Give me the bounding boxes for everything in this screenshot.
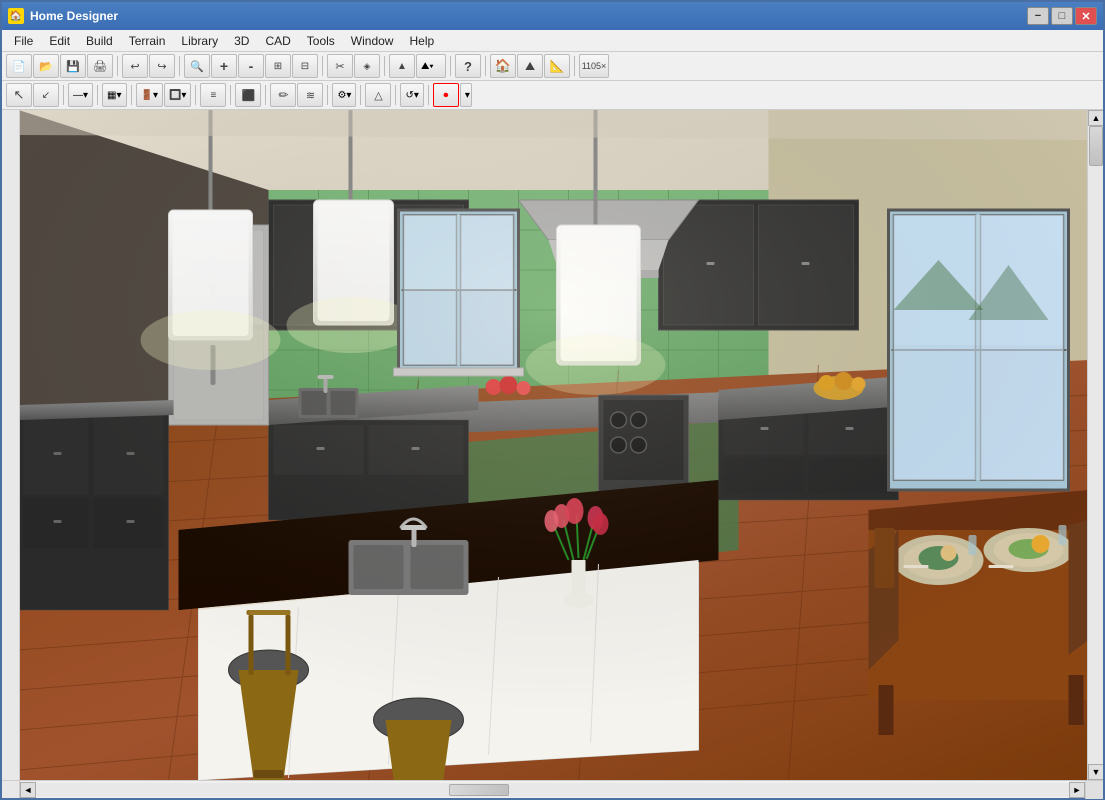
sep-6 [485,56,486,76]
wall-dropdown[interactable]: —▾ [68,83,93,107]
main-window: 🏠 Home Designer − □ ✕ File Edit Build Te… [0,0,1105,800]
stair-button[interactable]: ≡ [200,83,226,107]
plan-view-button[interactable]: 📐 [544,54,570,78]
polyline-tool[interactable]: ↙ [33,83,59,107]
menu-edit[interactable]: Edit [41,30,78,51]
menu-3d[interactable]: 3D [226,30,257,51]
scroll-up-button[interactable]: ▲ [1088,110,1103,126]
kitchen-scene-svg [20,110,1087,780]
horizontal-scrollbar[interactable]: ◄ ► [20,781,1085,798]
scrollbar-corner [1085,781,1103,799]
menu-bar: File Edit Build Terrain Library 3D CAD T… [2,30,1103,52]
menu-terrain[interactable]: Terrain [121,30,174,51]
undo-button[interactable]: ↩ [122,54,148,78]
transform-dropdown[interactable]: ↺▾ [400,83,423,107]
menu-tools[interactable]: Tools [299,30,343,51]
help-button[interactable]: ? [455,54,481,78]
left-ruler [2,110,20,780]
sep2-3 [131,85,132,105]
ref-button[interactable]: ◈ [354,54,380,78]
canvas-area: ▲ ▼ [2,110,1103,780]
save-button[interactable]: 💾 [60,54,86,78]
print-button[interactable]: 🖨 [87,54,113,78]
sep2-8 [360,85,361,105]
sep-5 [450,56,451,76]
cut-button[interactable]: ✂ [327,54,353,78]
sep2-10 [428,85,429,105]
sep-3 [322,56,323,76]
minimize-button[interactable]: − [1027,7,1049,25]
settings-dropdown[interactable]: ⚙▾ [332,83,356,107]
room-dropdown[interactable]: ▦▾ [102,83,126,107]
select-tool[interactable]: ↖ [6,83,32,107]
menu-window[interactable]: Window [343,30,402,51]
window-dropdown[interactable]: 🔲▾ [164,83,191,107]
menu-file[interactable]: File [6,30,41,51]
new-button[interactable]: 📄 [6,54,32,78]
house-view-button[interactable]: 🏠 [490,54,516,78]
close-button[interactable]: ✕ [1075,7,1097,25]
3d-scene[interactable] [20,110,1087,780]
vertical-scrollbar[interactable]: ▲ ▼ [1087,110,1103,780]
sep-4 [384,56,385,76]
sep-1 [117,56,118,76]
max-restore-btn[interactable]: 1105× [579,54,609,78]
scroll-right-button[interactable]: ► [1069,782,1085,798]
scroll-track-vertical[interactable] [1088,126,1103,764]
sep2-6 [265,85,266,105]
open-button[interactable]: 📂 [33,54,59,78]
redo-button[interactable]: ↪ [149,54,175,78]
door-dropdown[interactable]: 🚪▾ [136,83,163,107]
record-button[interactable]: ⏺ [433,83,459,107]
sep2-4 [195,85,196,105]
material-button[interactable]: ≋ [297,83,323,107]
zoom-out-button[interactable]: - [238,54,264,78]
corner-bottom-left [2,781,20,798]
zoom-all-button[interactable]: ⊟ [292,54,318,78]
draw-button[interactable]: ✏ [270,83,296,107]
window-title: Home Designer [30,9,1027,23]
sep2-7 [327,85,328,105]
sep2-1 [63,85,64,105]
app-icon: 🏠 [8,8,24,24]
sep2-5 [230,85,231,105]
menu-library[interactable]: Library [173,30,226,51]
scroll-thumb-vertical[interactable] [1089,126,1103,166]
move-tool[interactable]: △ [365,83,391,107]
toolbar-1: 📄 📂 💾 🖨 ↩ ↪ 🔍 + - ⊞ ⊟ ✂ ◈ ▲ ⛰▾ ? 🏠 ⛰ 📐 1… [2,52,1103,81]
sep2-2 [97,85,98,105]
zoom-fit-button[interactable]: ⊞ [265,54,291,78]
bottom-bar: ◄ ► [2,780,1103,798]
menu-cad[interactable]: CAD [257,30,298,51]
toolbar-2: ↖ ↙ —▾ ▦▾ 🚪▾ 🔲▾ ≡ ⬛ ✏ ≋ ⚙▾ △ ↺▾ ⏺ ▾ [2,81,1103,110]
sep-7 [574,56,575,76]
scroll-track-horizontal[interactable] [36,783,1069,797]
menu-build[interactable]: Build [78,30,121,51]
record-dropdown[interactable]: ▾ [460,83,472,107]
main-viewport[interactable] [20,110,1087,780]
object-button[interactable]: ⬛ [235,83,261,107]
title-bar: 🏠 Home Designer − □ ✕ [2,2,1103,30]
menu-help[interactable]: Help [401,30,442,51]
elevation-dropdown[interactable]: ⛰▾ [416,54,446,78]
scroll-down-button[interactable]: ▼ [1088,764,1103,780]
window-controls: − □ ✕ [1027,7,1097,25]
arrow-btn[interactable]: ▲ [389,54,415,78]
sep2-9 [395,85,396,105]
find-button[interactable]: 🔍 [184,54,210,78]
zoom-in-button[interactable]: + [211,54,237,78]
scroll-left-button[interactable]: ◄ [20,782,36,798]
scroll-thumb-horizontal[interactable] [449,784,509,796]
sep-2 [179,56,180,76]
maximize-button[interactable]: □ [1051,7,1073,25]
terrain-view-button[interactable]: ⛰ [517,54,543,78]
